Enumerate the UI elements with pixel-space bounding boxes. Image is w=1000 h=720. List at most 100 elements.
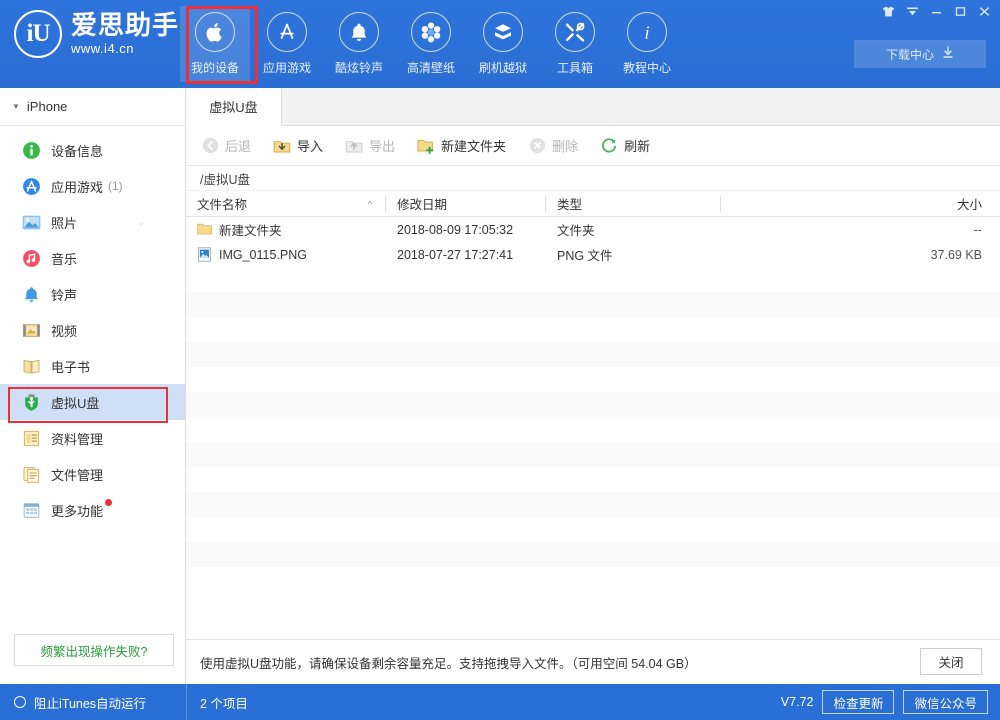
delete-button[interactable]: 删除 bbox=[528, 133, 578, 159]
chevron-down-icon[interactable]: ⌄ bbox=[137, 217, 145, 228]
sidebar-item-label: 应用游戏 bbox=[51, 177, 103, 196]
menu-button[interactable] bbox=[900, 1, 924, 21]
tools-icon bbox=[555, 12, 595, 52]
sidebar-item-label: 铃声 bbox=[51, 285, 77, 304]
maximize-button[interactable] bbox=[948, 1, 972, 21]
grid-icon bbox=[22, 501, 41, 520]
photo-icon bbox=[22, 213, 41, 232]
export-button[interactable]: 导出 bbox=[345, 133, 395, 159]
empty-row bbox=[186, 267, 1000, 292]
sidebar-item-label: 设备信息 bbox=[51, 141, 103, 160]
nav-label: 工具箱 bbox=[557, 59, 593, 76]
back-button[interactable]: 后退 bbox=[201, 133, 251, 159]
file-size-cell: -- bbox=[721, 223, 1000, 237]
nav-item-toolbox[interactable]: 工具箱 bbox=[540, 6, 610, 82]
sidebar-item-file-management[interactable]: 文件管理 bbox=[0, 456, 185, 492]
status-divider bbox=[186, 684, 187, 720]
folder-icon bbox=[197, 222, 212, 237]
usb-icon bbox=[22, 393, 41, 412]
nav-label: 应用游戏 bbox=[263, 59, 311, 76]
import-icon bbox=[273, 137, 291, 155]
close-button[interactable] bbox=[972, 1, 996, 21]
sidebar-item-more-features[interactable]: 更多功能 bbox=[0, 492, 185, 528]
nav-label: 教程中心 bbox=[623, 59, 671, 76]
file-name-cell: 新建文件夹 bbox=[186, 220, 386, 239]
tab-bar: 虚拟U盘 bbox=[186, 88, 1000, 126]
close-notice-button[interactable]: 关闭 bbox=[920, 648, 982, 675]
sidebar-item-device-info[interactable]: 设备信息 bbox=[0, 132, 185, 168]
sidebar-item-apps-games[interactable]: 应用游戏 (1) bbox=[0, 168, 185, 204]
itunes-toggle[interactable]: 阻止iTunes自动运行 bbox=[0, 693, 186, 712]
import-button[interactable]: 导入 bbox=[273, 133, 323, 159]
empty-row bbox=[186, 492, 1000, 517]
toolbar-label: 新建文件夹 bbox=[441, 136, 506, 155]
empty-row bbox=[186, 392, 1000, 417]
toolbar-label: 刷新 bbox=[624, 136, 650, 155]
minimize-button[interactable] bbox=[924, 1, 948, 21]
nav-label: 刷机越狱 bbox=[479, 59, 527, 76]
column-header-size[interactable]: 大小 bbox=[721, 191, 1000, 217]
version-label: V7.72 bbox=[781, 695, 814, 709]
nav-item-wallpapers[interactable]: 高清壁纸 bbox=[396, 6, 466, 82]
sidebar-item-label: 照片 bbox=[51, 213, 77, 232]
info-icon: i bbox=[627, 12, 667, 52]
check-update-button[interactable]: 检查更新 bbox=[822, 690, 894, 714]
nav-item-tutorials[interactable]: i 教程中心 bbox=[612, 6, 682, 82]
box-icon bbox=[483, 12, 523, 52]
tab-virtual-udisk[interactable]: 虚拟U盘 bbox=[186, 88, 282, 126]
empty-row bbox=[186, 517, 1000, 542]
flower-icon bbox=[411, 12, 451, 52]
download-center-label: 下载中心 bbox=[886, 46, 934, 63]
column-header-type[interactable]: 类型 bbox=[546, 191, 721, 217]
sidebar-item-music[interactable]: 音乐 bbox=[0, 240, 185, 276]
nav-item-apps-games[interactable]: 应用游戏 bbox=[252, 6, 322, 82]
sidebar-item-virtual-udisk[interactable]: 虚拟U盘 bbox=[0, 384, 185, 420]
column-header-date[interactable]: 修改日期 bbox=[386, 191, 546, 217]
svg-text:i: i bbox=[644, 23, 649, 43]
empty-row bbox=[186, 417, 1000, 442]
download-center-button[interactable]: 下载中心 bbox=[854, 40, 986, 68]
new-folder-button[interactable]: 新建文件夹 bbox=[417, 133, 506, 159]
file-toolbar: 后退 导入 导出 新建文件夹 bbox=[186, 126, 1000, 166]
table-row[interactable]: IMG_0115.PNG 2018-07-27 17:27:41 PNG 文件 … bbox=[186, 242, 1000, 267]
main-panel: 虚拟U盘 后退 导入 导出 bbox=[186, 88, 1000, 684]
toolbar-label: 删除 bbox=[552, 136, 578, 155]
sidebar-item-video[interactable]: 视频 bbox=[0, 312, 185, 348]
device-selector[interactable]: ▼ iPhone bbox=[0, 88, 185, 126]
nav-label: 高清壁纸 bbox=[407, 59, 455, 76]
skin-button[interactable] bbox=[876, 1, 900, 21]
sidebar-item-ebook[interactable]: 电子书 bbox=[0, 348, 185, 384]
table-row[interactable]: 新建文件夹 2018-08-09 17:05:32 文件夹 -- bbox=[186, 217, 1000, 242]
appstore-circle-icon bbox=[22, 177, 41, 196]
sidebar-item-label: 更多功能 bbox=[51, 501, 103, 520]
sidebar-item-count: (1) bbox=[108, 179, 123, 193]
current-path: /虚拟U盘 bbox=[200, 169, 250, 188]
file-list[interactable]: 新建文件夹 2018-08-09 17:05:32 文件夹 -- IMG_011… bbox=[186, 217, 1000, 579]
nav-item-my-device[interactable]: 我的设备 bbox=[180, 6, 250, 82]
file-name: IMG_0115.PNG bbox=[219, 248, 307, 262]
wechat-button[interactable]: 微信公众号 bbox=[903, 690, 988, 714]
file-date-cell: 2018-08-09 17:05:32 bbox=[386, 223, 546, 237]
sidebar-item-ringtone[interactable]: 铃声 bbox=[0, 276, 185, 312]
empty-row bbox=[186, 342, 1000, 367]
sidebar-item-text: 更多功能 bbox=[51, 504, 103, 519]
window-controls bbox=[876, 0, 996, 22]
nav-item-flash-jailbreak[interactable]: 刷机越狱 bbox=[468, 6, 538, 82]
refresh-button[interactable]: 刷新 bbox=[600, 133, 650, 159]
column-header-name[interactable]: 文件名称 ^ bbox=[186, 191, 386, 217]
image-file-icon bbox=[197, 247, 212, 262]
download-icon bbox=[942, 46, 954, 62]
file-list-header: 文件名称 ^ 修改日期 类型 大小 bbox=[186, 191, 1000, 217]
i4tools-window: iU 爱思助手 www.i4.cn 我的设备 应用游戏 bbox=[0, 0, 1000, 720]
column-label: 类型 bbox=[557, 194, 582, 213]
sidebar-item-data-management[interactable]: 资料管理 bbox=[0, 420, 185, 456]
file-size-cell: 37.69 KB bbox=[721, 248, 1000, 262]
nav-item-ringtones[interactable]: 酷炫铃声 bbox=[324, 6, 394, 82]
music-icon bbox=[22, 249, 41, 268]
brand-logo: iU 爱思助手 www.i4.cn bbox=[14, 10, 179, 58]
refresh-icon bbox=[600, 137, 618, 155]
operation-fail-help-button[interactable]: 频繁出现操作失败? bbox=[14, 634, 174, 666]
itunes-toggle-label: 阻止iTunes自动运行 bbox=[34, 693, 146, 712]
nav-label: 酷炫铃声 bbox=[335, 59, 383, 76]
sidebar-item-photos[interactable]: 照片 ⌄ bbox=[0, 204, 185, 240]
